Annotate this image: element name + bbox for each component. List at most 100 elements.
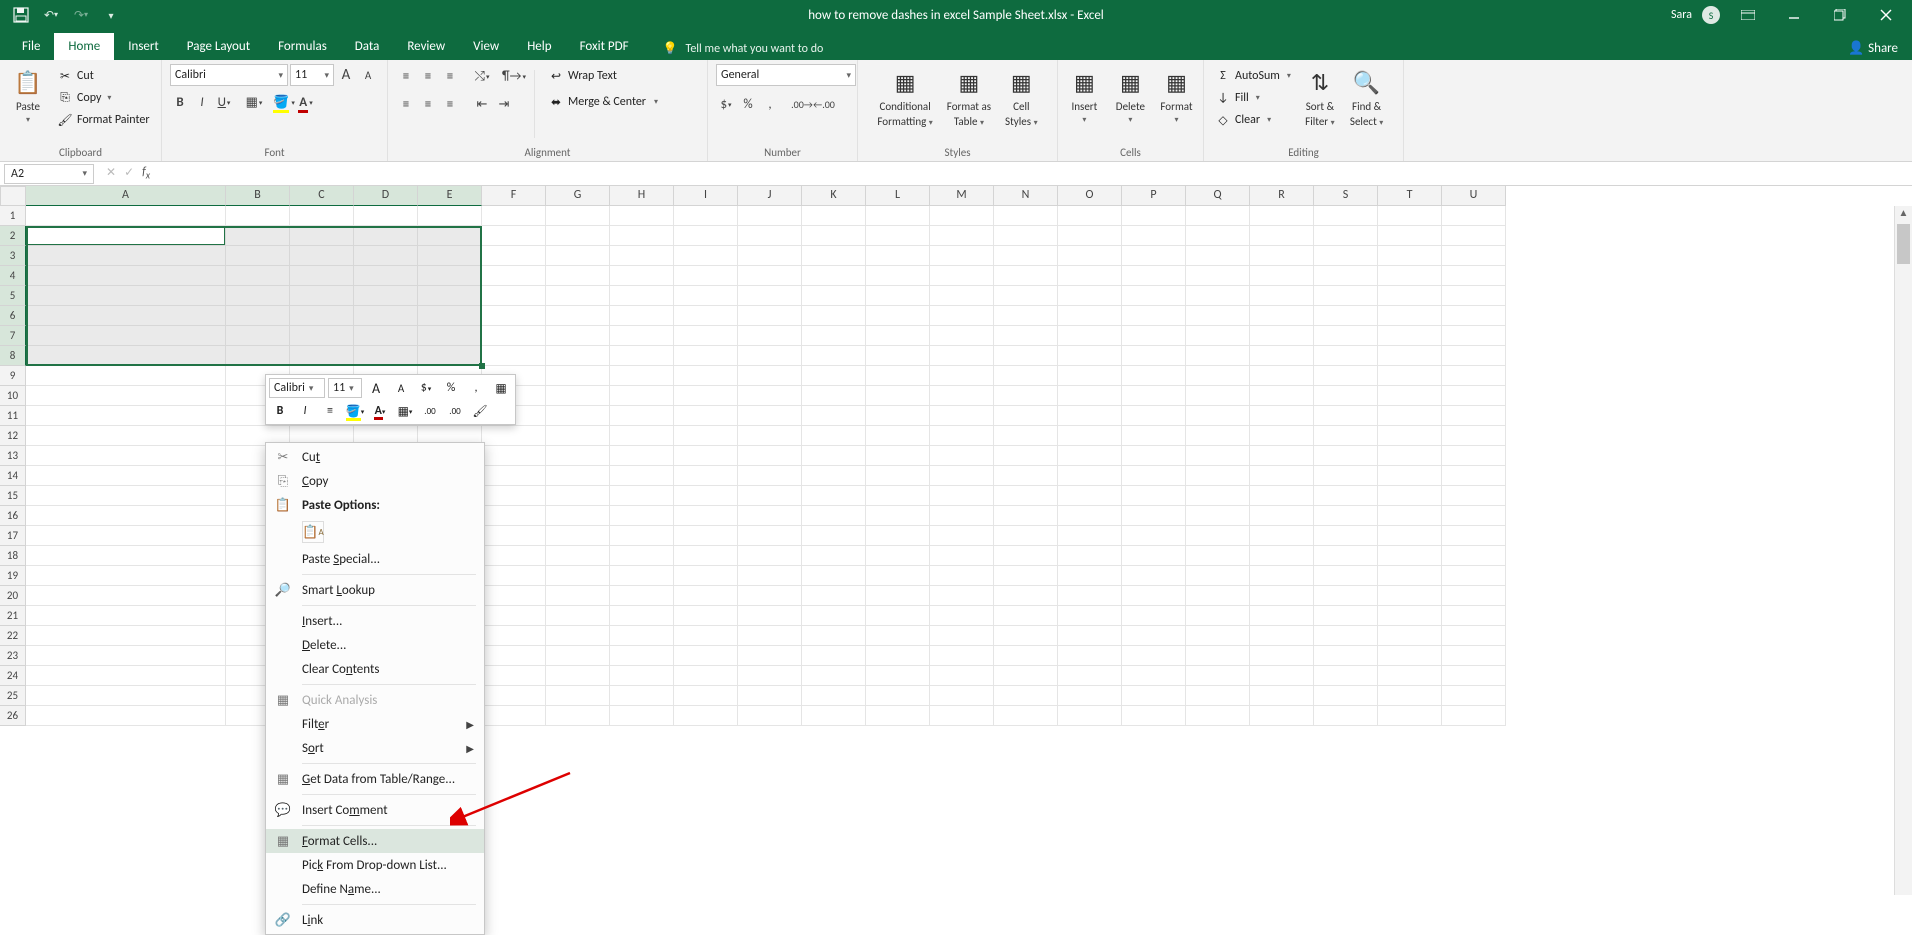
tab-insert[interactable]: Insert	[114, 33, 173, 60]
cell[interactable]	[674, 706, 738, 726]
cell[interactable]	[1442, 226, 1506, 246]
cell[interactable]	[226, 306, 290, 326]
cell[interactable]	[546, 286, 610, 306]
customize-qat-icon[interactable]: ▾	[102, 6, 120, 24]
cell[interactable]	[1314, 686, 1378, 706]
mini-borders-button[interactable]: ▦▾	[394, 401, 416, 421]
cell[interactable]	[866, 306, 930, 326]
scrollbar-thumb[interactable]	[1897, 224, 1910, 264]
cell[interactable]	[1250, 246, 1314, 266]
cell[interactable]	[482, 626, 546, 646]
cell[interactable]	[994, 526, 1058, 546]
cell[interactable]	[290, 246, 354, 266]
cell[interactable]	[482, 286, 546, 306]
ctx-paste-option-keep-text[interactable]: 📋A	[266, 517, 484, 547]
cell[interactable]	[26, 626, 226, 646]
borders-button[interactable]: ▦▾	[244, 92, 264, 112]
cell[interactable]	[866, 246, 930, 266]
cell[interactable]	[482, 646, 546, 666]
cell[interactable]	[930, 706, 994, 726]
ctx-insert-comment[interactable]: 💬Insert Comment	[266, 798, 484, 822]
cell[interactable]	[1122, 586, 1186, 606]
cell[interactable]	[866, 666, 930, 686]
cell[interactable]	[1314, 406, 1378, 426]
cell[interactable]	[1058, 626, 1122, 646]
cell[interactable]	[1378, 606, 1442, 626]
cell[interactable]	[866, 506, 930, 526]
cell[interactable]	[1186, 346, 1250, 366]
cell[interactable]	[1442, 506, 1506, 526]
cell[interactable]	[994, 566, 1058, 586]
ctx-insert[interactable]: Insert...	[266, 609, 484, 633]
cell[interactable]	[1442, 586, 1506, 606]
align-center-button[interactable]: ≡	[418, 94, 438, 114]
align-right-button[interactable]: ≡	[440, 94, 460, 114]
cell[interactable]	[1250, 266, 1314, 286]
cell[interactable]	[610, 466, 674, 486]
cell[interactable]	[610, 226, 674, 246]
cell[interactable]	[1442, 686, 1506, 706]
mini-align-button[interactable]: ≡	[319, 401, 341, 421]
cell[interactable]	[610, 306, 674, 326]
cell[interactable]	[1442, 526, 1506, 546]
cell[interactable]	[26, 486, 226, 506]
cell[interactable]	[546, 406, 610, 426]
cell[interactable]	[610, 706, 674, 726]
cell[interactable]	[1058, 266, 1122, 286]
column-header[interactable]: N	[994, 186, 1058, 206]
cell[interactable]	[866, 546, 930, 566]
column-header[interactable]: I	[674, 186, 738, 206]
cell[interactable]	[994, 306, 1058, 326]
cell[interactable]	[674, 426, 738, 446]
mini-percent-button[interactable]: %	[440, 378, 462, 398]
cell[interactable]	[26, 606, 226, 626]
cell[interactable]	[290, 226, 354, 246]
cut-button[interactable]: ✂Cut	[54, 66, 153, 86]
cell[interactable]	[26, 386, 226, 406]
cell[interactable]	[1314, 546, 1378, 566]
mini-italic-button[interactable]: I	[294, 401, 316, 421]
cell[interactable]	[1314, 326, 1378, 346]
row-header[interactable]: 15	[0, 486, 26, 506]
cell[interactable]	[1442, 446, 1506, 466]
row-header[interactable]: 7	[0, 326, 26, 346]
cell[interactable]	[738, 226, 802, 246]
cell[interactable]	[1314, 286, 1378, 306]
mini-grow-font-button[interactable]: A	[365, 378, 387, 398]
mini-fontcolor-button[interactable]: A▾	[369, 401, 391, 421]
autosum-button[interactable]: ΣAutoSum▾	[1212, 66, 1294, 86]
cell[interactable]	[866, 226, 930, 246]
cell[interactable]	[26, 646, 226, 666]
cell[interactable]	[1186, 626, 1250, 646]
cell[interactable]	[738, 386, 802, 406]
cell[interactable]	[738, 406, 802, 426]
cell[interactable]	[1058, 586, 1122, 606]
cell[interactable]	[802, 626, 866, 646]
cell[interactable]	[1250, 466, 1314, 486]
cell[interactable]	[610, 386, 674, 406]
cell[interactable]	[290, 266, 354, 286]
cell[interactable]	[546, 626, 610, 646]
insert-cells-button[interactable]: ▦ Insert▾	[1064, 64, 1104, 127]
cell[interactable]	[1186, 446, 1250, 466]
cell[interactable]	[1378, 546, 1442, 566]
cell[interactable]	[930, 446, 994, 466]
cell[interactable]	[1122, 366, 1186, 386]
cell[interactable]	[674, 566, 738, 586]
align-top-button[interactable]: ≡	[396, 66, 416, 86]
orientation-button[interactable]: ⤭▾	[472, 66, 492, 86]
cell[interactable]	[802, 226, 866, 246]
cell[interactable]	[994, 246, 1058, 266]
paste-button[interactable]: 📋 Paste ▾	[8, 64, 48, 127]
cell[interactable]	[546, 526, 610, 546]
cell[interactable]	[546, 466, 610, 486]
column-header[interactable]: D	[354, 186, 418, 206]
cell[interactable]	[866, 386, 930, 406]
row-header[interactable]: 5	[0, 286, 26, 306]
cell[interactable]	[26, 446, 226, 466]
save-icon[interactable]	[12, 6, 30, 24]
cell[interactable]	[1378, 566, 1442, 586]
fill-color-button[interactable]: 🪣▾	[274, 92, 294, 112]
cell[interactable]	[610, 506, 674, 526]
cell[interactable]	[546, 266, 610, 286]
